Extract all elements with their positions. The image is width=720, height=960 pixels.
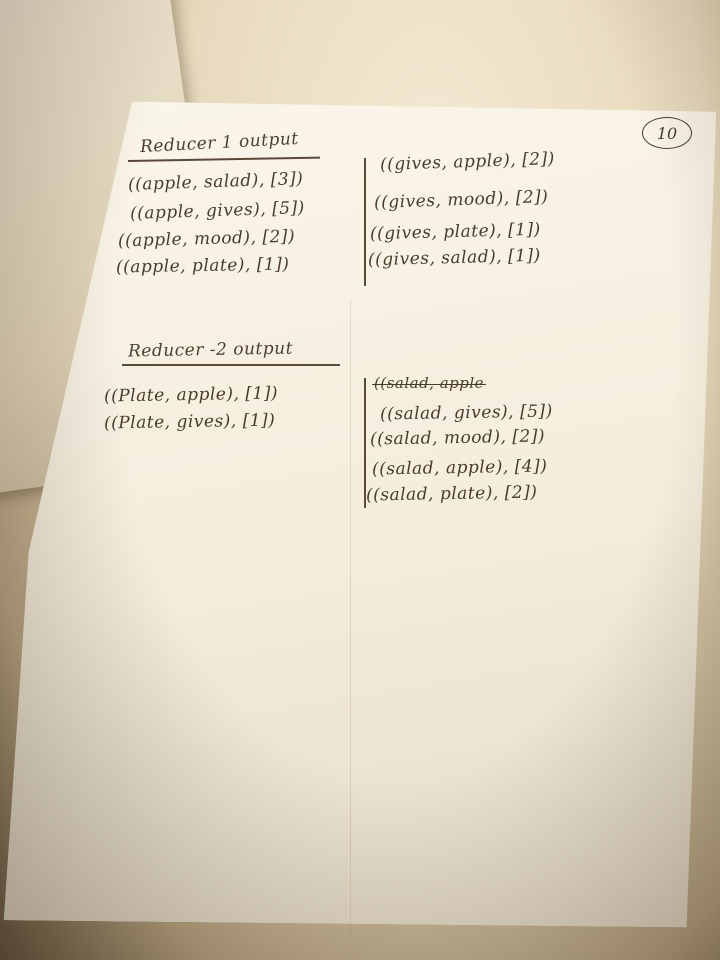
struck-out-line: ((salad, apple [374, 374, 484, 392]
salad-line-2: ((salad, mood), [2]) [369, 426, 546, 450]
page-number-circle: 10 [642, 117, 692, 149]
salad-line-4: ((salad, plate), [2]) [365, 482, 538, 506]
top-column-divider [364, 158, 366, 286]
reducer-2-line-2: ((Plate, gives), [1]) [103, 410, 276, 434]
paper-sheet [4, 100, 717, 927]
page-number: 10 [656, 123, 678, 143]
paper-crease [350, 300, 351, 940]
reducer-2-underline [122, 364, 340, 366]
reducer-1-line-4: ((apple, plate), [1]) [115, 254, 290, 278]
reducer-2-line-1: ((Plate, apple), [1]) [103, 383, 279, 407]
photo-scene: 10 Reducer 1 output ((apple, salad), [3]… [0, 0, 720, 960]
reducer-2-heading: Reducer -2 output [127, 338, 294, 362]
salad-line-3: ((salad, apple), [4]) [371, 456, 548, 480]
struck-out-text: ((salad, apple [374, 374, 485, 392]
salad-line-1: ((salad, gives), [5]) [379, 401, 553, 425]
